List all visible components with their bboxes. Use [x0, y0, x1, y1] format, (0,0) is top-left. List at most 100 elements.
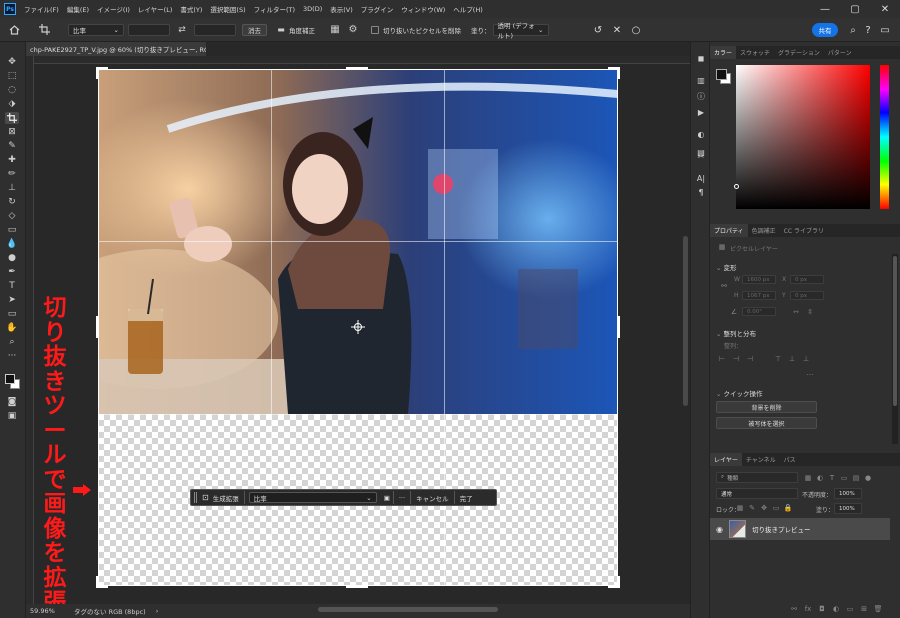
crop-handle-bottom[interactable] — [346, 585, 368, 588]
menu-type[interactable]: 書式(Y) — [176, 4, 206, 14]
pen-tool-icon[interactable]: ✒ — [5, 266, 19, 278]
cancel-crop-icon[interactable]: ✕ — [610, 23, 624, 37]
eraser-tool-icon[interactable]: ◇ — [5, 210, 19, 222]
maximize-button[interactable]: ▢ — [840, 0, 870, 18]
paragraph-icon[interactable]: ¶ — [695, 186, 707, 198]
x-field[interactable]: 0 px — [790, 275, 824, 284]
history-brush-tool-icon[interactable]: ↻ — [5, 196, 19, 208]
menu-file[interactable]: ファイル(F) — [20, 4, 63, 14]
blend-mode-select[interactable]: 通常 — [716, 488, 798, 499]
menu-window[interactable]: ウィンドウ(W) — [397, 4, 449, 14]
move-tool-icon[interactable]: ✥ — [5, 56, 19, 68]
healing-brush-tool-icon[interactable]: ✚ — [5, 154, 19, 166]
select-subject-button[interactable]: 被写体を選択 — [716, 417, 817, 429]
crop-handle-bottom-right[interactable] — [617, 576, 620, 588]
close-window-button[interactable]: ✕ — [870, 0, 900, 18]
swap-icon[interactable]: ⇄ — [174, 22, 190, 38]
menu-3d[interactable]: 3D(D) — [299, 5, 326, 13]
done-button[interactable]: 完了 — [455, 489, 478, 506]
dodge-tool-icon[interactable]: ● — [5, 252, 19, 264]
align-top-icon[interactable]: ⊤ — [774, 355, 782, 363]
more-options-button[interactable]: ··· — [394, 489, 410, 506]
menu-filter[interactable]: フィルター(T) — [250, 4, 299, 14]
flip-vertical-icon[interactable]: ⇳ — [806, 308, 814, 316]
align-left-icon[interactable]: ⊢ — [718, 355, 726, 363]
overlay-grid-icon[interactable]: ▦ — [327, 22, 343, 38]
straighten-icon[interactable]: ▬ — [273, 22, 289, 38]
visibility-eye-icon[interactable]: ◉ — [716, 525, 723, 534]
align-center-h-icon[interactable]: ⊣ — [732, 355, 740, 363]
height-field[interactable]: 1067 px — [742, 291, 776, 300]
tab-layers[interactable]: レイヤー — [710, 453, 742, 466]
vertical-scrollbar[interactable] — [683, 236, 688, 406]
libraries-icon[interactable]: ▥ — [695, 74, 707, 86]
ratio-select[interactable]: 比率 ⌄ — [68, 23, 124, 36]
align-middle-icon[interactable]: ⊥ — [788, 355, 796, 363]
remove-background-button[interactable]: 背景を削除 — [716, 401, 817, 413]
filter-smart-icon[interactable]: ▤ — [852, 474, 860, 482]
crop-tool-icon[interactable] — [5, 112, 19, 124]
menu-plugins[interactable]: プラグイン — [357, 4, 398, 14]
tools-icon[interactable]: ✂ — [695, 150, 707, 162]
generative-expand-button[interactable]: ⊡ 生成拡張 — [197, 489, 244, 506]
crop-handle-top-left[interactable] — [96, 67, 99, 79]
crop-tool-preset-icon[interactable] — [36, 22, 52, 38]
link-layers-icon[interactable]: ⚯ — [790, 605, 798, 613]
camera-icon[interactable]: ▣ — [381, 489, 393, 506]
transform-header[interactable]: ⌄ 変形 — [716, 262, 737, 272]
zoom-level[interactable]: 59.96% — [30, 607, 66, 615]
brush-tool-icon[interactable]: ✏ — [5, 168, 19, 180]
delete-layer-icon[interactable]: 🗑 — [874, 605, 883, 613]
tab-cc-libraries[interactable]: CC ライブラリ — [780, 224, 828, 237]
lock-artboard-icon[interactable]: ▭ — [772, 504, 780, 512]
fill-field[interactable]: 100% — [834, 503, 862, 514]
layer-name[interactable]: 切り抜きプレビュー — [752, 524, 811, 534]
tab-channels[interactable]: チャンネル — [742, 453, 780, 466]
object-select-tool-icon[interactable]: ⬗ — [5, 98, 19, 110]
workspace-icon[interactable]: ▭ — [878, 23, 892, 37]
document-tab[interactable]: chp-PAKE2927_TP_V.jpg @ 60% (切り抜きプレビュー, … — [26, 42, 206, 56]
new-group-icon[interactable]: ▭ — [846, 605, 854, 613]
horizontal-scrollbar[interactable] — [318, 607, 498, 612]
link-icon[interactable]: ⚯ — [720, 282, 728, 290]
filter-adjustment-icon[interactable]: ◐ — [816, 474, 824, 482]
lock-transparent-icon[interactable]: ▦ — [736, 504, 744, 512]
align-right-icon[interactable]: ⊣ — [746, 355, 754, 363]
status-expand-icon[interactable]: › — [156, 607, 159, 615]
tab-gradients[interactable]: グラデーション — [774, 46, 824, 59]
lock-image-icon[interactable]: ✎ — [748, 504, 756, 512]
hand-tool-icon[interactable]: ✋ — [5, 322, 19, 334]
tab-paths[interactable]: パス — [780, 453, 800, 466]
crop-handle-left[interactable] — [96, 316, 99, 338]
menu-layer[interactable]: レイヤー(L) — [134, 4, 177, 14]
crop-handle-top-right[interactable] — [617, 67, 620, 79]
layer-filter-field[interactable]: ⌕ 種類 — [716, 472, 798, 483]
new-layer-icon[interactable]: ⊞ — [860, 605, 868, 613]
share-button[interactable]: 共有 — [812, 23, 838, 37]
properties-scrollbar[interactable] — [893, 256, 897, 406]
menu-help[interactable]: ヘルプ(H) — [449, 4, 486, 14]
tab-patterns[interactable]: パターン — [824, 46, 856, 59]
opacity-field[interactable]: 100% — [834, 488, 862, 499]
tab-properties[interactable]: プロパティ — [710, 224, 748, 237]
vertical-ruler[interactable] — [26, 56, 34, 604]
filter-pixel-icon[interactable]: ▦ — [804, 474, 812, 482]
layer-row[interactable]: ◉ 切り抜きプレビュー — [710, 518, 890, 540]
angle-field[interactable]: 0.00° — [742, 307, 776, 316]
actions-icon[interactable]: ▶ — [695, 106, 707, 118]
search-icon[interactable]: ⌕ — [846, 23, 860, 37]
home-icon[interactable] — [6, 22, 22, 38]
foreground-color-swatch[interactable] — [5, 374, 15, 384]
color-picker-cursor[interactable] — [734, 184, 739, 189]
tab-adjustments[interactable]: 色調補正 — [748, 224, 780, 237]
color-picker-field[interactable] — [736, 65, 870, 209]
marquee-tool-icon[interactable]: ⬚ — [5, 70, 19, 82]
menu-view[interactable]: 表示(V) — [326, 4, 357, 14]
adjustments-icon[interactable]: ◐ — [695, 128, 707, 140]
menu-select[interactable]: 選択範囲(S) — [206, 4, 249, 14]
commit-crop-icon[interactable]: ○ — [629, 23, 643, 37]
adjustment-layer-icon[interactable]: ◐ — [832, 605, 840, 613]
foreground-color-swatch[interactable] — [716, 69, 727, 80]
layer-style-icon[interactable]: fx — [804, 605, 812, 613]
more-align-icon[interactable]: ··· — [806, 371, 814, 379]
